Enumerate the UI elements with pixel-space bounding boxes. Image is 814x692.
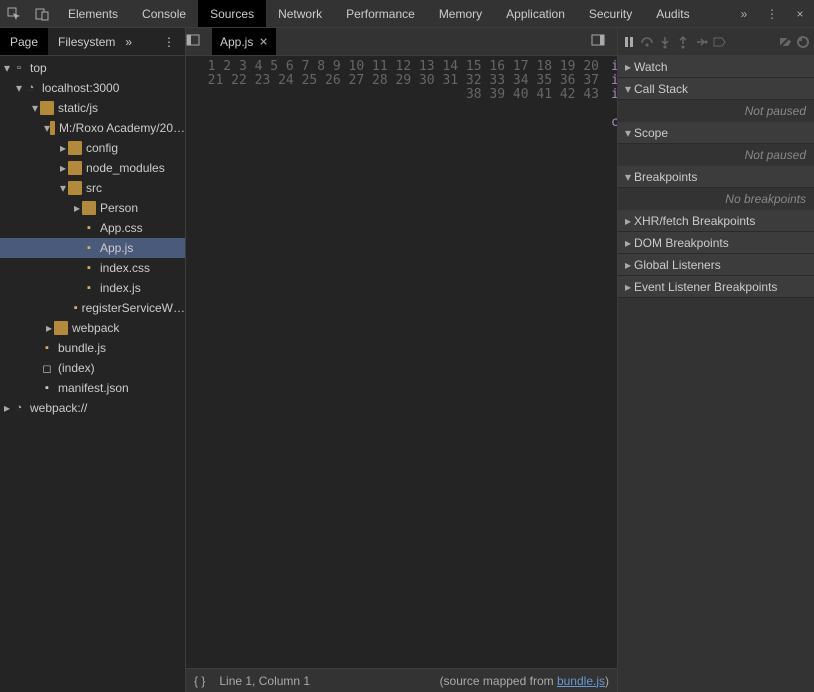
navigator-tab-page[interactable]: Page [0, 28, 48, 55]
step-out-icon[interactable] [676, 35, 690, 49]
tree-label: Person [100, 201, 138, 215]
debug-panel-global-listeners[interactable]: ▸Global Listeners [618, 254, 814, 276]
code-editor[interactable]: 1 2 3 4 5 6 7 8 9 10 11 12 13 14 15 16 1… [186, 56, 617, 668]
panel-body: Not paused [618, 100, 814, 122]
tab-memory[interactable]: Memory [427, 0, 494, 27]
step-into-icon[interactable] [658, 35, 672, 49]
menu-icon[interactable]: ⋮ [758, 0, 786, 28]
navigator-overflow-icon[interactable]: » [125, 35, 147, 49]
top-tabs: ElementsConsoleSourcesNetworkPerformance… [56, 0, 730, 27]
tree-label: webpack [72, 321, 119, 335]
devtools-toolbar: ElementsConsoleSourcesNetworkPerformance… [0, 0, 814, 28]
step-over-icon[interactable] [640, 35, 654, 49]
tab-network[interactable]: Network [266, 0, 334, 27]
tree-node[interactable]: ▸webpack [0, 318, 185, 338]
tree-label: (index) [58, 361, 95, 375]
tab-application[interactable]: Application [494, 0, 577, 27]
panel-body: No breakpoints [618, 188, 814, 210]
tab-performance[interactable]: Performance [334, 0, 427, 27]
tree-origin[interactable]: ▾◔localhost:3000 [0, 78, 185, 98]
close-icon[interactable]: × [786, 0, 814, 28]
tree-node[interactable]: ▪App.css [0, 218, 185, 238]
debug-panel-watch[interactable]: ▸Watch [618, 56, 814, 78]
panel-label: Watch [634, 60, 668, 74]
tab-sources[interactable]: Sources [198, 0, 266, 27]
navigator-panel: PageFilesystem » ⋮ ▾▫top▾◔localhost:3000… [0, 28, 186, 692]
panel-label: DOM Breakpoints [634, 236, 729, 250]
deactivate-breakpoints-icon[interactable] [712, 35, 726, 49]
pause-icon[interactable] [622, 35, 636, 49]
debug-panel-call-stack[interactable]: ▾Call Stack [618, 78, 814, 100]
show-debugger-icon[interactable] [591, 33, 617, 50]
file-tree[interactable]: ▾▫top▾◔localhost:3000▾static/js▾M:/Roxo … [0, 56, 185, 692]
editor-tab-label: App.js [220, 35, 253, 49]
line-gutter: 1 2 3 4 5 6 7 8 9 10 11 12 13 14 15 16 1… [186, 56, 605, 668]
tree-node[interactable]: ▪manifest.json [0, 378, 185, 398]
device-toggle-icon[interactable] [28, 0, 56, 28]
bundle-link[interactable]: bundle.js [557, 674, 605, 688]
panel-label: Scope [634, 126, 668, 140]
panel-label: Event Listener Breakpoints [634, 280, 777, 294]
tree-label: node_modules [86, 161, 165, 175]
tree-node[interactable]: ▾static/js [0, 98, 185, 118]
tree-label: registerServiceW… [82, 301, 185, 315]
tree-node[interactable]: ▾src [0, 178, 185, 198]
show-navigator-icon[interactable] [186, 33, 212, 50]
tree-node[interactable]: ▸node_modules [0, 158, 185, 178]
tree-node[interactable]: ▸config [0, 138, 185, 158]
tree-node[interactable]: ▪index.js [0, 278, 185, 298]
tree-label: static/js [58, 101, 98, 115]
debug-panel-xhr-fetch-breakpoints[interactable]: ▸XHR/fetch Breakpoints [618, 210, 814, 232]
tree-node[interactable]: ▪registerServiceW… [0, 298, 185, 318]
editor-status-bar: { } Line 1, Column 1 (source mapped from… [186, 668, 617, 692]
tree-label: config [86, 141, 118, 155]
tree-label: bundle.js [58, 341, 106, 355]
debug-panel-breakpoints[interactable]: ▾Breakpoints [618, 166, 814, 188]
debug-panel-scope[interactable]: ▾Scope [618, 122, 814, 144]
close-tab-icon[interactable]: × [259, 34, 267, 50]
step-icon[interactable] [694, 35, 708, 49]
tab-console[interactable]: Console [130, 0, 198, 27]
debug-panel-event-listener-breakpoints[interactable]: ▸Event Listener Breakpoints [618, 276, 814, 298]
editor-tab-appjs[interactable]: App.js × [212, 28, 276, 55]
tree-label: index.css [100, 261, 150, 275]
editor-panel: App.js × 1 2 3 4 5 6 7 8 9 10 11 12 13 1… [186, 28, 618, 692]
inspect-icon[interactable] [0, 0, 28, 28]
tree-node[interactable]: ▪bundle.js [0, 338, 185, 358]
async-icon[interactable] [796, 35, 810, 49]
tree-node[interactable]: ▾M:/Roxo Academy/20… [0, 118, 185, 138]
tree-node[interactable]: ▸Person [0, 198, 185, 218]
braces-icon[interactable]: { } [194, 674, 205, 688]
tree-webpack[interactable]: ▸◔webpack:// [0, 398, 185, 418]
tree-node[interactable]: ▪index.css [0, 258, 185, 278]
tree-label: App.js [100, 241, 133, 255]
panel-label: Call Stack [634, 82, 688, 96]
panel-label: Breakpoints [634, 170, 697, 184]
tree-node[interactable]: ◻(index) [0, 358, 185, 378]
tree-node[interactable]: ▪App.js [0, 238, 185, 258]
pause-on-exceptions-icon[interactable] [778, 35, 792, 49]
navigator-tab-filesystem[interactable]: Filesystem [48, 28, 125, 55]
tab-security[interactable]: Security [577, 0, 644, 27]
tree-label: index.js [100, 281, 141, 295]
tree-top[interactable]: ▾▫top [0, 58, 185, 78]
panel-body: Not paused [618, 144, 814, 166]
debug-panel-dom-breakpoints[interactable]: ▸DOM Breakpoints [618, 232, 814, 254]
debugger-toolbar [618, 28, 814, 56]
tree-label: M:/Roxo Academy/20… [59, 121, 185, 135]
panel-label: XHR/fetch Breakpoints [634, 214, 755, 228]
tabs-overflow-icon[interactable]: » [730, 0, 758, 28]
debugger-panel: ▸Watch▾Call StackNot paused▾ScopeNot pau… [618, 28, 814, 692]
panel-label: Global Listeners [634, 258, 721, 272]
tree-label: src [86, 181, 102, 195]
tab-elements[interactable]: Elements [56, 0, 130, 27]
tree-label: manifest.json [58, 381, 129, 395]
source-map-info: (source mapped from bundle.js) [440, 674, 609, 688]
tree-label: App.css [100, 221, 143, 235]
cursor-position: Line 1, Column 1 [219, 674, 310, 688]
navigator-menu-icon[interactable]: ⋮ [163, 35, 185, 49]
tab-audits[interactable]: Audits [644, 0, 701, 27]
code-content[interactable]: import React, { Component } from 'react'… [605, 56, 617, 668]
